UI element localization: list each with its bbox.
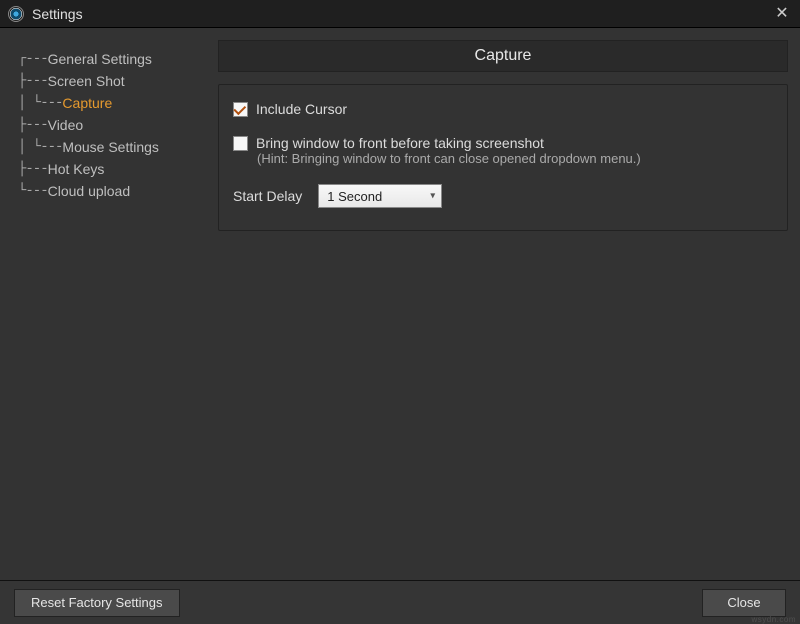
tree-item-cloud-upload[interactable]: └--- Cloud upload: [18, 180, 210, 202]
tree-item-general-settings[interactable]: ┌--- General Settings: [18, 48, 210, 70]
tree-label: Capture: [62, 95, 112, 111]
tree-item-mouse-settings[interactable]: │ └--- Mouse Settings: [18, 136, 210, 158]
close-button[interactable]: Close: [702, 589, 786, 617]
tree-item-video[interactable]: ├--- Video: [18, 114, 210, 136]
tree-label: Video: [48, 117, 84, 133]
include-cursor-label: Include Cursor: [256, 101, 347, 117]
tree-prefix: ├---: [18, 73, 48, 89]
tree-prefix: └---: [18, 183, 48, 199]
tree-label: Mouse Settings: [62, 139, 159, 155]
tree-prefix: │ └---: [18, 139, 62, 155]
tree-prefix: ├---: [18, 161, 48, 177]
tree-prefix: ┌---: [18, 51, 48, 67]
settings-tree: ┌--- General Settings ├--- Screen Shot │…: [0, 28, 210, 580]
tree-item-capture[interactable]: │ └--- Capture: [18, 92, 210, 114]
start-delay-select[interactable]: 1 Second ▾: [318, 184, 442, 208]
bring-front-checkbox[interactable]: [233, 136, 248, 151]
tree-label: Cloud upload: [48, 183, 131, 199]
panel-title: Capture: [218, 40, 788, 72]
panel-body: Include Cursor Bring window to front bef…: [218, 84, 788, 231]
include-cursor-row: Include Cursor: [233, 101, 773, 117]
tree-label: Hot Keys: [48, 161, 105, 177]
include-cursor-checkbox[interactable]: [233, 102, 248, 117]
content-panel: Capture Include Cursor Bring window to f…: [210, 28, 800, 580]
reset-factory-settings-button[interactable]: Reset Factory Settings: [14, 589, 180, 617]
tree-prefix: │ └---: [18, 95, 62, 111]
footer: Reset Factory Settings Close: [0, 580, 800, 624]
tree-item-screen-shot[interactable]: ├--- Screen Shot: [18, 70, 210, 92]
tree-label: Screen Shot: [48, 73, 125, 89]
window-title: Settings: [32, 6, 83, 22]
tree-prefix: ├---: [18, 117, 48, 133]
bring-front-hint: (Hint: Bringing window to front can clos…: [257, 151, 773, 166]
main: ┌--- General Settings ├--- Screen Shot │…: [0, 28, 800, 580]
tree-item-hot-keys[interactable]: ├--- Hot Keys: [18, 158, 210, 180]
start-delay-value: 1 Second: [327, 189, 382, 204]
bring-front-label: Bring window to front before taking scre…: [256, 135, 544, 151]
chevron-down-icon: ▾: [430, 191, 435, 202]
start-delay-row: Start Delay 1 Second ▾: [233, 184, 773, 208]
close-icon[interactable]: ✕: [772, 6, 792, 22]
bring-front-row: Bring window to front before taking scre…: [233, 135, 773, 151]
start-delay-label: Start Delay: [233, 188, 302, 204]
tree-label: General Settings: [48, 51, 152, 67]
titlebar: Settings ✕: [0, 0, 800, 28]
app-icon: [8, 6, 24, 22]
